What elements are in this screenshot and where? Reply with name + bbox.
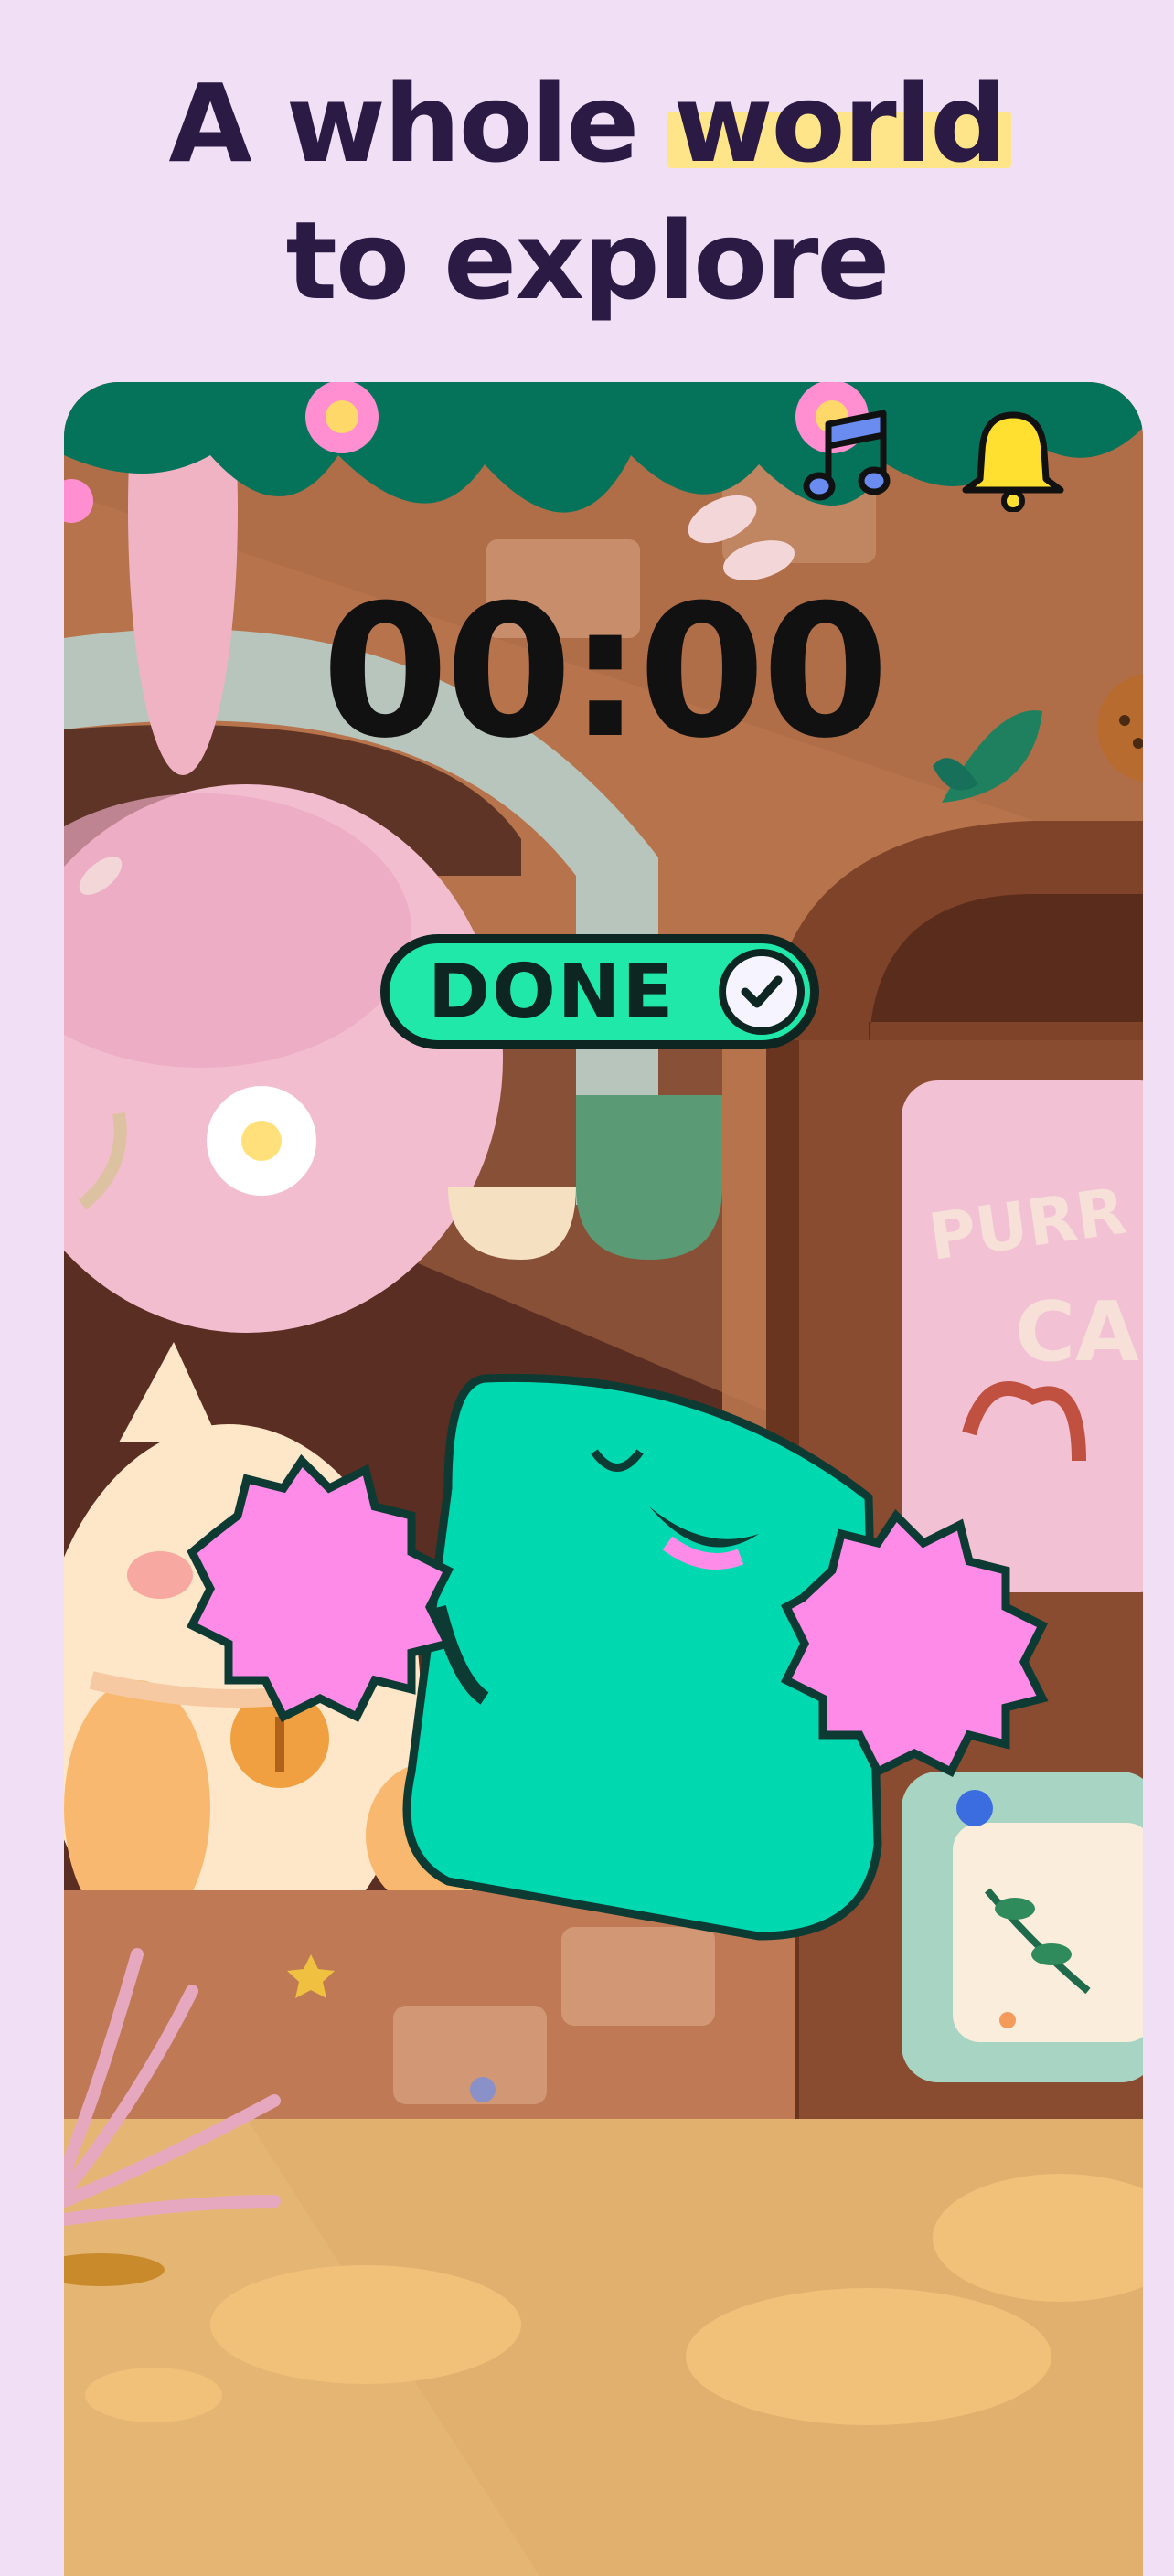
headline-line-2: to explore <box>285 197 891 324</box>
done-button[interactable]: DONE <box>380 934 819 1049</box>
music-note-icon[interactable] <box>801 406 902 506</box>
timer-display: 00:00 <box>321 566 890 779</box>
headline-highlight: world <box>667 55 1011 192</box>
headline-line-1: A whole world <box>0 55 1174 192</box>
headline: A whole world to explore <box>0 55 1174 329</box>
done-button-label: DONE <box>428 948 676 1036</box>
sign-text-2: CA <box>1015 1284 1139 1380</box>
headline-text: A whole <box>168 60 674 186</box>
checkmark-icon <box>719 949 805 1035</box>
phone-screen: PURR CA 00:00 DONE <box>64 382 1143 2576</box>
bell-icon[interactable] <box>956 406 1070 513</box>
headline-highlight-text: world <box>673 60 1007 186</box>
